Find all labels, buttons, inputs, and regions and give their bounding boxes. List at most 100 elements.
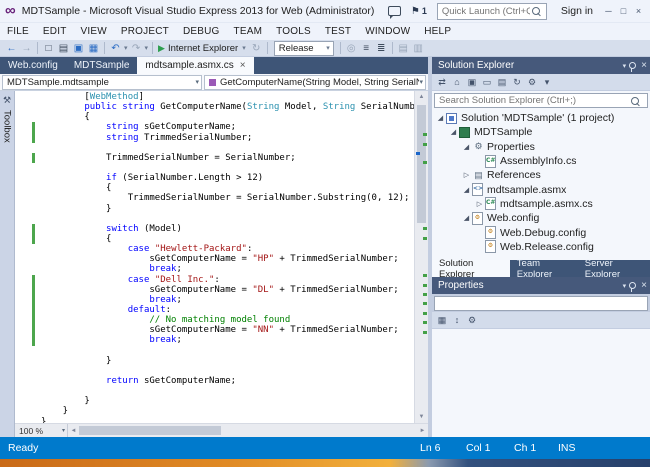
- tab-mdtsample[interactable]: MDTSample: [66, 57, 138, 74]
- menu-view[interactable]: VIEW: [74, 26, 114, 37]
- hscroll-thumb[interactable]: [79, 426, 221, 435]
- solution-search-input[interactable]: [435, 94, 629, 107]
- expander-icon[interactable]: ◢: [435, 114, 446, 122]
- toolbar-separator: [392, 42, 393, 54]
- sign-in-button[interactable]: Sign in: [561, 5, 593, 17]
- refresh-icon[interactable]: ↻: [510, 77, 524, 88]
- toolbox-tab[interactable]: ⚒ Toolbox: [2, 91, 13, 143]
- menu-window[interactable]: WINDOW: [358, 26, 417, 37]
- wrench-icon: ⚙: [472, 141, 485, 152]
- editor-vertical-scrollbar[interactable]: ▲ ▼: [414, 91, 428, 423]
- expander-icon[interactable]: ◢: [448, 128, 459, 136]
- window-position-icon[interactable]: ▾: [623, 282, 627, 290]
- editor-horizontal-scrollbar[interactable]: [79, 424, 417, 437]
- solution-search-box[interactable]: [434, 93, 648, 108]
- start-debug-button[interactable]: ▶Internet Explorer▾: [158, 43, 247, 54]
- save-all-icon[interactable]: ▦: [86, 43, 101, 54]
- tree-item[interactable]: ◢MDTSample: [432, 125, 650, 139]
- expander-icon[interactable]: ▷: [474, 200, 485, 208]
- quick-launch-box[interactable]: [437, 3, 547, 20]
- expander-icon[interactable]: ▷: [461, 171, 472, 179]
- tab-mdtsample-asmx-cs[interactable]: mdtsample.asmx.cs×: [137, 57, 253, 74]
- tree-item[interactable]: C#AssemblyInfo.cs: [432, 154, 650, 168]
- properties-icon[interactable]: ⚙: [525, 77, 539, 88]
- chevron-down-icon[interactable]: ▾: [145, 44, 149, 52]
- notifications-flag-icon[interactable]: ⚑1: [411, 6, 427, 17]
- categorized-icon[interactable]: ▦: [435, 315, 449, 326]
- find-icon[interactable]: ◎: [344, 43, 359, 54]
- expander-icon[interactable]: ◢: [461, 214, 472, 222]
- tree-item[interactable]: ⚙Web.Release.config: [432, 240, 650, 254]
- uncomment-icon[interactable]: ▥: [411, 43, 426, 54]
- tree-item[interactable]: ▷C#mdtsample.asmx.cs: [432, 197, 650, 211]
- undo-icon[interactable]: ↶: [108, 43, 123, 54]
- switch-views-icon[interactable]: ▣: [465, 77, 479, 88]
- editor-vscroll-track[interactable]: [415, 103, 428, 411]
- menu-debug[interactable]: DEBUG: [176, 26, 227, 37]
- tree-item[interactable]: ◢⚙Properties: [432, 140, 650, 154]
- menu-edit[interactable]: EDIT: [36, 26, 74, 37]
- scroll-left-icon[interactable]: ◄: [68, 428, 79, 434]
- panel-tab-solution-explorer[interactable]: Solution Explorer: [432, 260, 510, 277]
- member-dropdown[interactable]: GetComputerName(String Model, String Ser…: [204, 75, 426, 90]
- menu-test[interactable]: TEST: [318, 26, 358, 37]
- indent-icon[interactable]: ≡: [359, 43, 374, 54]
- alphabetical-icon[interactable]: ↕: [450, 315, 464, 325]
- tree-item[interactable]: ◢<>mdtsample.asmx: [432, 182, 650, 196]
- save-icon[interactable]: ▣: [71, 43, 86, 54]
- menu-team[interactable]: TEAM: [227, 26, 270, 37]
- panel-tab-server-explorer[interactable]: Server Explorer: [578, 260, 650, 277]
- outdent-icon[interactable]: ≣: [374, 43, 389, 54]
- pin-icon[interactable]: [629, 282, 636, 289]
- change-mark: [423, 143, 427, 146]
- home-icon[interactable]: ⌂: [450, 77, 464, 87]
- panel-header-icons: ▾ ×: [623, 60, 647, 71]
- feedback-icon[interactable]: [388, 6, 401, 16]
- chevron-down-icon[interactable]: ▾: [124, 44, 128, 52]
- menu-project[interactable]: PROJECT: [114, 26, 176, 37]
- chevron-down-icon[interactable]: ▾: [242, 44, 246, 52]
- menu-help[interactable]: HELP: [417, 26, 458, 37]
- type-dropdown[interactable]: MDTSample.mdtsample ▾: [2, 75, 202, 90]
- code-area[interactable]: [WebMethod] public string GetComputerNam…: [15, 91, 414, 423]
- tree-item[interactable]: ⚙Web.Debug.config: [432, 225, 650, 239]
- properties-object-dropdown[interactable]: [434, 296, 648, 311]
- comment-icon[interactable]: ▤: [396, 43, 411, 54]
- sync-with-active-document-icon[interactable]: ⇄: [435, 77, 449, 88]
- menu-file[interactable]: FILE: [0, 26, 36, 37]
- show-all-files-icon[interactable]: ▤: [495, 77, 509, 88]
- close-icon[interactable]: ×: [641, 280, 647, 291]
- filter-dropdown-icon[interactable]: ▾: [540, 77, 554, 88]
- tree-item[interactable]: ◢Solution 'MDTSample' (1 project): [432, 111, 650, 125]
- change-bar: [32, 305, 35, 315]
- scroll-right-icon[interactable]: ►: [417, 428, 428, 434]
- nav-forward-icon[interactable]: →: [19, 43, 34, 54]
- zoom-dropdown[interactable]: 100 % ▾: [15, 424, 68, 437]
- scroll-up-icon[interactable]: ▲: [415, 91, 428, 103]
- close-button[interactable]: ×: [631, 6, 646, 16]
- expander-icon[interactable]: ◢: [461, 143, 472, 151]
- open-file-icon[interactable]: ▤: [56, 43, 71, 54]
- close-icon[interactable]: ×: [641, 60, 647, 71]
- panel-tab-team-explorer[interactable]: Team Explorer: [510, 260, 578, 277]
- property-pages-icon[interactable]: ⚙: [465, 315, 479, 326]
- nav-backward-icon[interactable]: ←: [4, 43, 19, 54]
- redo-icon[interactable]: ↷: [129, 43, 144, 54]
- new-file-icon[interactable]: □: [41, 43, 56, 54]
- tree-item[interactable]: ▷▤References: [432, 168, 650, 182]
- expander-icon[interactable]: ◢: [461, 186, 472, 194]
- minimize-button[interactable]: ─: [601, 6, 616, 16]
- collapse-all-icon[interactable]: ▭: [480, 77, 494, 88]
- tree-item[interactable]: ◢⚙Web.config: [432, 211, 650, 225]
- pin-icon[interactable]: [629, 62, 636, 69]
- configuration-combo[interactable]: Release▾: [274, 41, 334, 56]
- code-editor[interactable]: [WebMethod] public string GetComputerNam…: [15, 91, 428, 437]
- window-position-icon[interactable]: ▾: [623, 62, 627, 70]
- menu-tools[interactable]: TOOLS: [269, 26, 318, 37]
- scroll-down-icon[interactable]: ▼: [415, 411, 428, 423]
- tab-web-config[interactable]: Web.config: [0, 57, 66, 74]
- close-icon[interactable]: ×: [240, 60, 246, 71]
- quick-launch-input[interactable]: [438, 6, 530, 17]
- maximize-button[interactable]: □: [616, 6, 631, 16]
- refresh-browser-icon[interactable]: ↻: [249, 43, 264, 54]
